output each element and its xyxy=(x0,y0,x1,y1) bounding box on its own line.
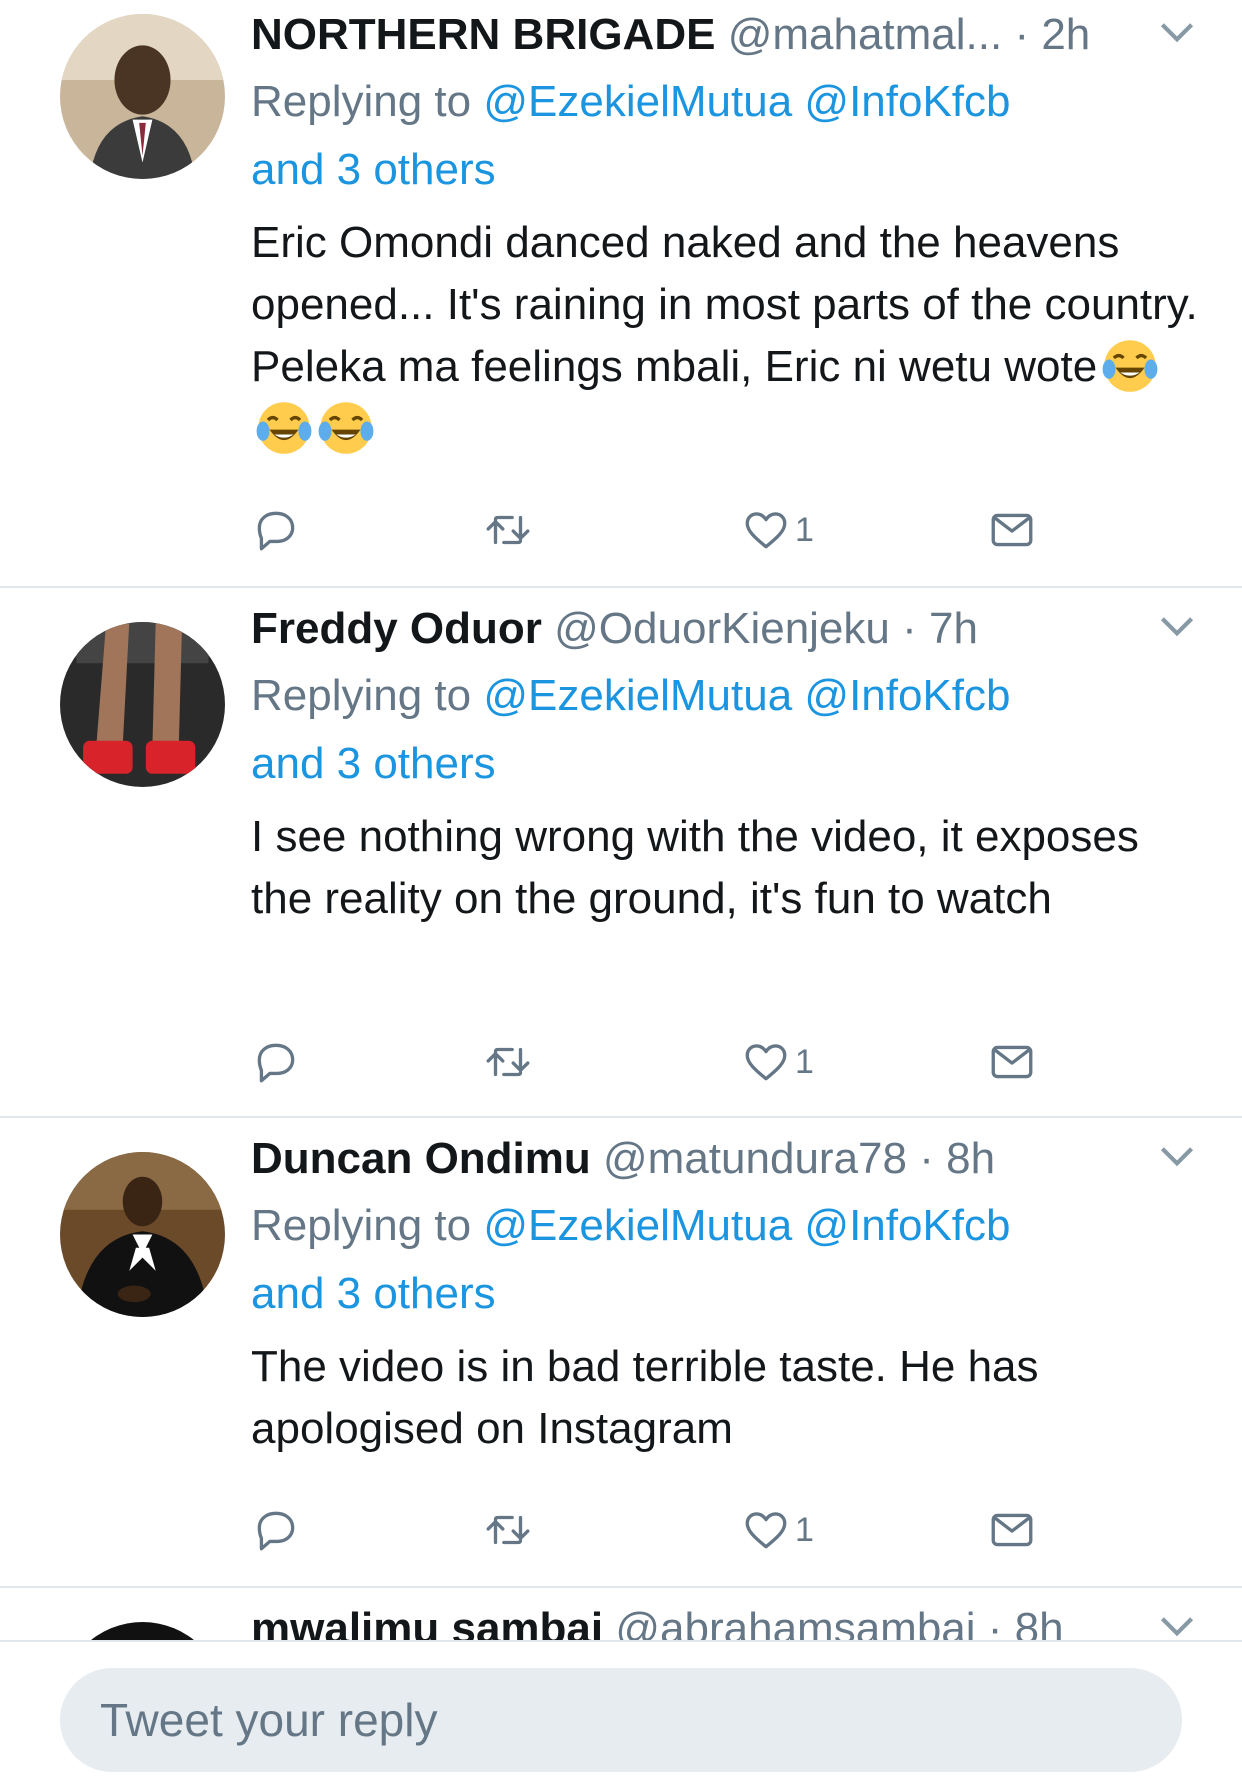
chevron-down-icon[interactable] xyxy=(1152,600,1202,650)
like-icon xyxy=(745,512,787,549)
display-name[interactable]: NORTHERN BRIGADE xyxy=(251,10,715,59)
avatar-image xyxy=(60,622,225,787)
user-handle[interactable]: @matundura78 xyxy=(603,1134,907,1183)
others-link[interactable]: and 3 others xyxy=(251,739,496,788)
mention-link[interactable]: @EzekielMutua xyxy=(483,671,792,720)
others-link[interactable]: and 3 others xyxy=(251,1269,496,1318)
replying-to: Replying to @EzekielMutua @InfoKfcb and … xyxy=(251,662,1202,798)
like-icon xyxy=(745,1512,787,1549)
tweet-text: I see nothing wrong with the video, it e… xyxy=(251,812,1139,923)
direct-message-icon xyxy=(991,1513,1033,1547)
mention-link[interactable]: @InfoKfcb xyxy=(804,671,1010,720)
chevron-down-icon[interactable] xyxy=(1152,1600,1202,1640)
tears-of-joy-emoji xyxy=(318,402,374,454)
avatar-image xyxy=(60,14,225,179)
like-count: 1 xyxy=(795,1510,814,1549)
mention-link[interactable]: @EzekielMutua xyxy=(483,1201,792,1250)
tweet-reply-input[interactable] xyxy=(60,1668,1182,1772)
reply-icon xyxy=(257,511,295,551)
timestamp[interactable]: · 8h xyxy=(919,1134,995,1183)
mention-link[interactable]: @EzekielMutua xyxy=(483,77,792,126)
retweet-icon xyxy=(486,1515,530,1545)
tweet[interactable]: Freddy Oduor @OduorKienjeku · 7h Replyin… xyxy=(0,586,1242,1118)
avatar[interactable] xyxy=(60,622,225,787)
retweet-icon xyxy=(486,515,530,545)
avatar-image xyxy=(60,1622,225,1640)
display-name[interactable]: Duncan Ondimu xyxy=(251,1134,591,1183)
avatar[interactable] xyxy=(60,1622,225,1640)
tweet-feed: NORTHERN BRIGADE @mahatmal... · 2h Reply… xyxy=(0,0,1242,1640)
tweet-actions: 1 xyxy=(251,1500,1051,1560)
direct-message-icon xyxy=(991,1045,1033,1079)
chevron-down-icon[interactable] xyxy=(1152,1130,1202,1180)
mention-link[interactable]: @InfoKfcb xyxy=(804,1201,1010,1250)
user-handle[interactable]: @OduorKienjeku xyxy=(554,604,890,653)
display-name[interactable]: mwalimu sambai xyxy=(251,1604,603,1640)
tweet-actions: 1 xyxy=(251,500,1051,560)
like-button[interactable]: 1 xyxy=(741,1032,814,1092)
replying-prefix: Replying to xyxy=(251,671,472,720)
tweet-text: The video is in bad terrible taste. He h… xyxy=(251,1342,1039,1453)
user-handle[interactable]: @mahatmal... xyxy=(728,10,1003,59)
tweet-text-body: Eric Omondi danced naked and the heavens… xyxy=(251,218,1198,391)
display-name[interactable]: Freddy Oduor xyxy=(251,604,542,653)
reply-button[interactable] xyxy=(251,1500,301,1560)
retweet-button[interactable] xyxy=(483,500,533,560)
direct-message-button[interactable] xyxy=(987,1032,1037,1092)
tweet[interactable]: mwalimu sambai @abrahamsambai · 8h xyxy=(0,1586,1242,1640)
replying-to: Replying to @EzekielMutua @InfoKfcb and … xyxy=(251,1192,1202,1328)
reply-button[interactable] xyxy=(251,1032,301,1092)
direct-message-icon xyxy=(991,513,1033,547)
direct-message-button[interactable] xyxy=(987,500,1037,560)
mention-link[interactable]: @InfoKfcb xyxy=(804,77,1010,126)
like-button[interactable]: 1 xyxy=(741,500,814,560)
tweet-header: Duncan Ondimu @matundura78 · 8h xyxy=(251,1124,1202,1194)
tweet-header: NORTHERN BRIGADE @mahatmal... · 2h xyxy=(251,0,1202,70)
replying-prefix: Replying to xyxy=(251,77,472,126)
tweet-text: Eric Omondi danced naked and the heavens… xyxy=(251,212,1202,460)
reply-composer-bar xyxy=(0,1640,1242,1786)
direct-message-button[interactable] xyxy=(987,1500,1037,1560)
retweet-button[interactable] xyxy=(483,1500,533,1560)
tweet-header: Freddy Oduor @OduorKienjeku · 7h xyxy=(251,594,1202,664)
tweet-header: mwalimu sambai @abrahamsambai · 8h xyxy=(251,1594,1202,1640)
retweet-button[interactable] xyxy=(483,1032,533,1092)
tweet[interactable]: Duncan Ondimu @matundura78 · 8h Replying… xyxy=(0,1116,1242,1588)
timestamp[interactable]: · 7h xyxy=(902,604,978,653)
user-handle[interactable]: @abrahamsambai xyxy=(615,1604,975,1640)
reply-button[interactable] xyxy=(251,500,301,560)
avatar[interactable] xyxy=(60,1152,225,1317)
replying-to: Replying to @EzekielMutua @InfoKfcb and … xyxy=(251,68,1202,204)
tweet[interactable]: NORTHERN BRIGADE @mahatmal... · 2h Reply… xyxy=(0,0,1242,588)
replying-prefix: Replying to xyxy=(251,1201,472,1250)
chevron-down-icon[interactable] xyxy=(1152,6,1202,56)
reply-icon xyxy=(257,1043,295,1083)
like-button[interactable]: 1 xyxy=(741,1500,814,1560)
like-count: 1 xyxy=(795,1042,814,1081)
timestamp[interactable]: · 2h xyxy=(1014,10,1090,59)
reply-icon xyxy=(257,1511,295,1551)
tears-of-joy-emoji xyxy=(1102,340,1158,392)
retweet-icon xyxy=(486,1047,530,1077)
timestamp[interactable]: · 8h xyxy=(988,1604,1064,1640)
avatar[interactable] xyxy=(60,14,225,179)
like-icon xyxy=(745,1044,787,1081)
others-link[interactable]: and 3 others xyxy=(251,145,496,194)
tweet-actions: 1 xyxy=(251,1032,1051,1092)
tears-of-joy-emoji xyxy=(256,402,312,454)
avatar-image xyxy=(60,1152,225,1317)
like-count: 1 xyxy=(795,510,814,549)
